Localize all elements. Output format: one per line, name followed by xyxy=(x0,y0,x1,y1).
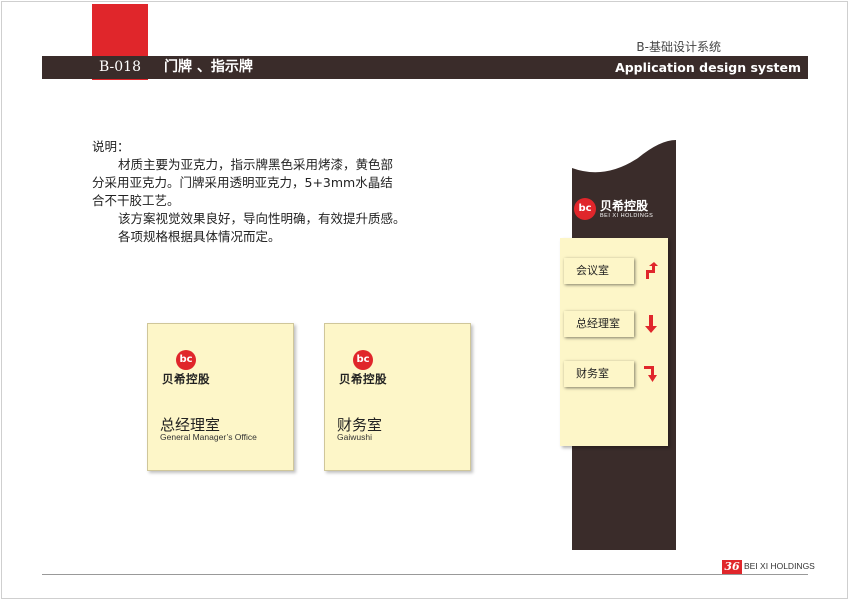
description-line: 该方案视觉效果良好，导向性明确，有效提升质感。 xyxy=(118,211,406,226)
brand-logo-icon: bc xyxy=(574,198,596,220)
page-frame xyxy=(1,1,848,599)
arrow-down-right-icon xyxy=(644,366,657,382)
brand-logo: bc 贝希控股 xyxy=(339,350,399,390)
door-sign-gm-office: bc 贝希控股 总经理室 General Manager’s Office xyxy=(147,323,294,471)
brand-logo: bc 贝希控股 xyxy=(162,350,222,390)
door-sign-subtitle: General Manager’s Office xyxy=(160,432,257,442)
description-line: 合不干胶工艺。 xyxy=(92,193,180,208)
description-heading: 说明： xyxy=(92,139,130,154)
page-number: 36 xyxy=(722,560,742,574)
section-code: B-018 xyxy=(99,59,141,75)
door-sign-subtitle: Gaiwushi xyxy=(337,432,372,442)
brand-logo-subtext: BEI XI HOLDINGS xyxy=(600,213,654,219)
page-title: 门牌 、指示牌 xyxy=(164,59,253,75)
brand-logo-icon: bc xyxy=(353,350,373,370)
system-title-cn: B-基础设计系统 xyxy=(636,40,721,54)
directory-item: 会议室 xyxy=(564,258,634,284)
pylon-logo: bc 贝希控股 BEI XI HOLDINGS xyxy=(574,196,664,224)
brand-logo-text: 贝希控股 xyxy=(162,372,210,386)
arrow-down-icon xyxy=(645,315,657,333)
description-line: 材质主要为亚克力，指示牌黑色采用烤漆，黄色部 xyxy=(118,157,394,172)
door-sign-finance: bc 贝希控股 财务室 Gaiwushi xyxy=(324,323,471,471)
description-line: 各项规格根据具体情况而定。 xyxy=(118,229,281,244)
directory-item: 财务室 xyxy=(564,361,634,387)
footer-divider xyxy=(42,574,808,575)
directory-item: 总经理室 xyxy=(564,311,634,337)
description-line: 分采用亚克力。门牌采用透明亚克力，5+3mm水晶结 xyxy=(92,175,393,190)
description-block: 说明： 材质主要为亚克力，指示牌黑色采用烤漆，黄色部 分采用亚克力。门牌采用透明… xyxy=(92,138,422,246)
brand-logo-text: 贝希控股 xyxy=(339,372,387,386)
arrow-up-right-icon xyxy=(646,262,658,279)
footer-brand: BEI XI HOLDINGS xyxy=(744,561,815,571)
brand-logo-icon: bc xyxy=(176,350,196,370)
brand-logo-text: 贝希控股 xyxy=(600,199,649,213)
system-title-en: Application design system xyxy=(615,60,801,75)
